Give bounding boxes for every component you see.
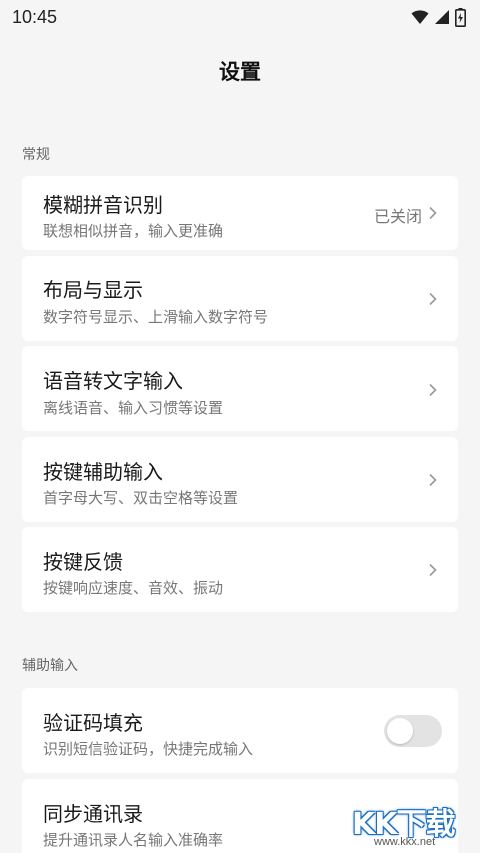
setting-item-title: 同步通讯录 [43,802,143,826]
setting-item-subtitle: 离线语音、输入习惯等设置 [43,399,224,417]
setting-item-subtitle: 首字母大写、双击空格等设置 [43,489,239,507]
setting-item-layout-display[interactable]: 布局与显示 数字符号显示、上滑输入数字符号 [22,256,458,341]
chevron-right-icon [429,473,437,487]
status-icons [411,7,466,27]
setting-item-title: 布局与显示 [43,278,143,302]
battery-icon [455,7,466,27]
setting-item-verification-code[interactable]: 验证码填充 识别短信验证码，快捷完成输入 [22,688,458,773]
section-label-general: 常规 [22,147,50,163]
verification-code-toggle[interactable] [384,715,442,747]
setting-item-voice-input[interactable]: 语音转文字输入 离线语音、输入习惯等设置 [22,346,458,431]
setting-item-subtitle: 提升通讯录人名输入准确率 [43,831,224,849]
setting-item-title: 按键辅助输入 [43,460,163,484]
status-time: 10:45 [12,6,58,27]
page-title: 设置 [219,60,261,84]
setting-item-fuzzy-pinyin[interactable]: 模糊拼音识别 联想相似拼音，输入更准确 已关闭 [22,176,458,250]
setting-item-title: 验证码填充 [43,711,143,735]
setting-item-subtitle: 按键响应速度、音效、振动 [43,579,224,597]
chevron-right-icon [429,383,437,397]
section-label-assist-input: 辅助输入 [22,658,78,674]
setting-item-title: 模糊拼音识别 [43,193,163,217]
setting-item-subtitle: 数字符号显示、上滑输入数字符号 [43,308,269,326]
watermark: KK下载 www.kkx.net [352,799,470,851]
setting-item-value: 已关闭 [373,207,422,226]
setting-item-key-assist[interactable]: 按键辅助输入 首字母大写、双击空格等设置 [22,437,458,522]
setting-item-title: 按键反馈 [43,550,123,574]
chevron-right-icon [429,292,437,306]
status-bar: 10:45 [0,0,480,34]
setting-item-title: 语音转文字输入 [43,369,183,393]
toggle-knob [387,718,413,744]
cellular-signal-icon [435,10,449,24]
setting-item-subtitle: 联想相似拼音，输入更准确 [43,222,224,240]
setting-item-key-feedback[interactable]: 按键反馈 按键响应速度、音效、振动 [22,527,458,612]
wifi-icon [411,10,429,24]
setting-item-subtitle: 识别短信验证码，快捷完成输入 [43,740,254,758]
chevron-right-icon [429,206,437,220]
watermark-url: www.kkx.net [374,836,436,848]
chevron-right-icon [429,563,437,577]
